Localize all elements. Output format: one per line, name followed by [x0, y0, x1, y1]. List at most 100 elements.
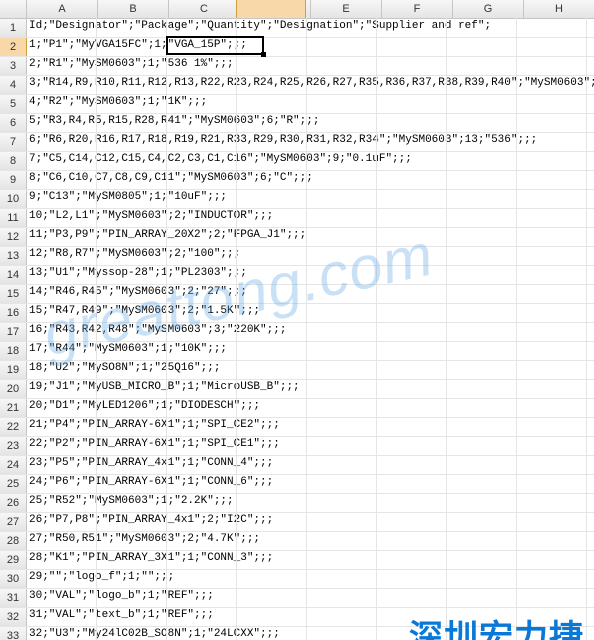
cell[interactable]: 8;"C6,C10,C7,C8,C9,C11";"MySM0603";6;"C"… — [27, 171, 594, 189]
cell[interactable]: 26;"P7,P8";"PIN_ARRAY_4x1";2;"I2C";;; — [27, 513, 594, 531]
row-header[interactable]: 4 — [0, 76, 27, 94]
cell[interactable]: 3;"R14,R9,R10,R11,R12,R13,R22,R23,R24,R2… — [27, 76, 594, 94]
col-header-c[interactable]: C — [169, 0, 240, 18]
cell-text: 26;"P7,P8";"PIN_ARRAY_4x1";2;"I2C";;; — [29, 514, 273, 526]
row-header[interactable]: 16 — [0, 304, 27, 322]
cell[interactable]: 16;"R43,R42,R48";"MySM0603";3;"220K";;; — [27, 323, 594, 341]
col-header-b[interactable]: B — [98, 0, 169, 18]
row-header[interactable]: 5 — [0, 95, 27, 113]
cell[interactable]: 17;"R44";"MySM0603";1;"10K";;; — [27, 342, 594, 360]
table-row: 2524;"P6";"PIN_ARRAY-6X1";1;"CONN_6";;; — [0, 475, 594, 494]
cell-text: 13;"U1";"Myssop-28";1;"PL2303";;; — [29, 267, 247, 279]
cell-text: 25;"R52";"MySM0603";1;"2.2K";;; — [29, 495, 234, 507]
row-header[interactable]: 25 — [0, 475, 27, 493]
cell[interactable]: 6;"R6,R20,R16,R17,R18,R19,R21,R33,R29,R3… — [27, 133, 594, 151]
row-header[interactable]: 24 — [0, 456, 27, 474]
cell[interactable]: 29;"";"logo_f";1;"";;; — [27, 570, 594, 588]
row-header[interactable]: 9 — [0, 171, 27, 189]
cell[interactable]: 27;"R50,R51";"MySM0603";2;"4.7K";;; — [27, 532, 594, 550]
table-row: 65;"R3,R4,R5,R15,R28,R41";"MySM0603";6;"… — [0, 114, 594, 133]
row-header[interactable]: 1 — [0, 19, 27, 37]
cell[interactable]: 31;"VAL";"text_b";1;"REF";;; — [27, 608, 594, 626]
row-header[interactable]: 6 — [0, 114, 27, 132]
cell[interactable]: 24;"P6";"PIN_ARRAY-6X1";1;"CONN_6";;; — [27, 475, 594, 493]
row-header[interactable]: 18 — [0, 342, 27, 360]
cell[interactable]: 25;"R52";"MySM0603";1;"2.2K";;; — [27, 494, 594, 512]
cell-text: 18;"U2";"MySO8N";1;"25Q16";;; — [29, 362, 220, 374]
cell[interactable]: 2;"R1";"MySM0603";1;"536 1%";;; — [27, 57, 594, 75]
col-header-f[interactable]: F — [382, 0, 453, 18]
cell[interactable]: Id;"Designator";"Package";"Quantity";"De… — [27, 19, 594, 37]
cell[interactable]: 11;"P3,P9";"PIN_ARRAY_20X2";2;"FPGA_J1";… — [27, 228, 594, 246]
cell[interactable]: 10;"L2,L1";"MySM0603";2;"INDUCTOR";;; — [27, 209, 594, 227]
col-header-e[interactable]: E — [311, 0, 382, 18]
row-header[interactable]: 32 — [0, 608, 27, 626]
cell[interactable]: 15;"R47,R49";"MySM0603";2;"1.5K";;; — [27, 304, 594, 322]
table-row: 54;"R2";"MySM0603";1;"1K";;; — [0, 95, 594, 114]
row-header[interactable]: 22 — [0, 418, 27, 436]
row-header[interactable]: 19 — [0, 361, 27, 379]
col-header-d[interactable]: D — [240, 0, 311, 18]
cell-text: 23;"P5";"PIN_ARRAY_4x1";1;"CONN_4";;; — [29, 457, 273, 469]
row-header[interactable]: 28 — [0, 532, 27, 550]
table-row: 3231;"VAL";"text_b";1;"REF";;; — [0, 608, 594, 627]
row-header[interactable]: 15 — [0, 285, 27, 303]
row-header[interactable]: 30 — [0, 570, 27, 588]
row-header[interactable]: 11 — [0, 209, 27, 227]
table-row: 3130;"VAL";"logo_b";1;"REF";;; — [0, 589, 594, 608]
row-header[interactable]: 33 — [0, 627, 27, 640]
cell[interactable]: 14;"R46,R45";"MySM0603";2;"27";;; — [27, 285, 594, 303]
row-header[interactable]: 13 — [0, 247, 27, 265]
row-header[interactable]: 3 — [0, 57, 27, 75]
cell[interactable]: 18;"U2";"MySO8N";1;"25Q16";;; — [27, 361, 594, 379]
cell[interactable]: 28;"K1";"PIN_ARRAY_3X1";1;"CONN_3";;; — [27, 551, 594, 569]
row-header[interactable]: 26 — [0, 494, 27, 512]
cell[interactable]: 1;"P1";"MyVGA15FC";1;"VGA_15P";;; — [27, 38, 594, 56]
table-row: 1716;"R43,R42,R48";"MySM0603";3;"220K";;… — [0, 323, 594, 342]
cell[interactable]: 30;"VAL";"logo_b";1;"REF";;; — [27, 589, 594, 607]
row-header[interactable]: 20 — [0, 380, 27, 398]
row-header[interactable]: 31 — [0, 589, 27, 607]
cell[interactable]: 20;"D1";"MyLED1206";1;"DIODESCH";;; — [27, 399, 594, 417]
cell[interactable]: 19;"J1";"MyUSB_MICRO_B";1;"MicroUSB_B";;… — [27, 380, 594, 398]
row-header[interactable]: 10 — [0, 190, 27, 208]
col-header-a[interactable]: A — [27, 0, 98, 18]
cell[interactable]: 22;"P2";"PIN_ARRAY-6X1";1;"SPI_CE1";;; — [27, 437, 594, 455]
cell-text: 14;"R46,R45";"MySM0603";2;"27";;; — [29, 286, 247, 298]
cell[interactable]: 5;"R3,R4,R5,R15,R28,R41";"MySM0603";6;"R… — [27, 114, 594, 132]
cell[interactable]: 9;"C13";"MySM0805";1;"10uF";;; — [27, 190, 594, 208]
cell-text: 6;"R6,R20,R16,R17,R18,R19,R21,R33,R29,R3… — [29, 134, 537, 146]
row-header[interactable]: 12 — [0, 228, 27, 246]
row-header[interactable]: 17 — [0, 323, 27, 341]
spreadsheet: A B C D E F G H 1Id;"Designator";"Packag… — [0, 0, 594, 640]
row-header[interactable]: 7 — [0, 133, 27, 151]
table-row: 1817;"R44";"MySM0603";1;"10K";;; — [0, 342, 594, 361]
cell[interactable]: 13;"U1";"Myssop-28";1;"PL2303";;; — [27, 266, 594, 284]
col-header-g[interactable]: G — [453, 0, 524, 18]
cell[interactable]: 21;"P4";"PIN_ARRAY-6X1";1;"SPI_CE2";;; — [27, 418, 594, 436]
row-header[interactable]: 23 — [0, 437, 27, 455]
row-header[interactable]: 29 — [0, 551, 27, 569]
column-headers: A B C D E F G H — [0, 0, 594, 19]
cell-text: 28;"K1";"PIN_ARRAY_3X1";1;"CONN_3";;; — [29, 552, 273, 564]
cell-text: 30;"VAL";"logo_b";1;"REF";;; — [29, 590, 214, 602]
cell[interactable]: 23;"P5";"PIN_ARRAY_4x1";1;"CONN_4";;; — [27, 456, 594, 474]
cell[interactable]: 7;"C5,C14,C12,C15,C4,C2,C3,C1,C16";"MySM… — [27, 152, 594, 170]
cell-text: 9;"C13";"MySM0805";1;"10uF";;; — [29, 191, 227, 203]
cell[interactable]: 12;"R8,R7";"MySM0603";2;"100";;; — [27, 247, 594, 265]
row-header[interactable]: 21 — [0, 399, 27, 417]
cell-text: 15;"R47,R49";"MySM0603";2;"1.5K";;; — [29, 305, 260, 317]
table-row: 1312;"R8,R7";"MySM0603";2;"100";;; — [0, 247, 594, 266]
row-header[interactable]: 2 — [0, 38, 27, 56]
table-row: 109;"C13";"MySM0805";1;"10uF";;; — [0, 190, 594, 209]
table-row: 87;"C5,C14,C12,C15,C4,C2,C3,C1,C16";"MyS… — [0, 152, 594, 171]
row-header[interactable]: 8 — [0, 152, 27, 170]
cell-text: 29;"";"logo_f";1;"";;; — [29, 571, 174, 583]
cell[interactable]: 32;"U3";"My24lC02B_SO8N";1;"24LCXX";;; — [27, 627, 594, 640]
row-header[interactable]: 27 — [0, 513, 27, 531]
table-row: 98;"C6,C10,C7,C8,C9,C11";"MySM0603";6;"C… — [0, 171, 594, 190]
row-header[interactable]: 14 — [0, 266, 27, 284]
col-header-h[interactable]: H — [524, 0, 594, 18]
cell[interactable]: 4;"R2";"MySM0603";1;"1K";;; — [27, 95, 594, 113]
select-all-corner[interactable] — [0, 0, 27, 18]
